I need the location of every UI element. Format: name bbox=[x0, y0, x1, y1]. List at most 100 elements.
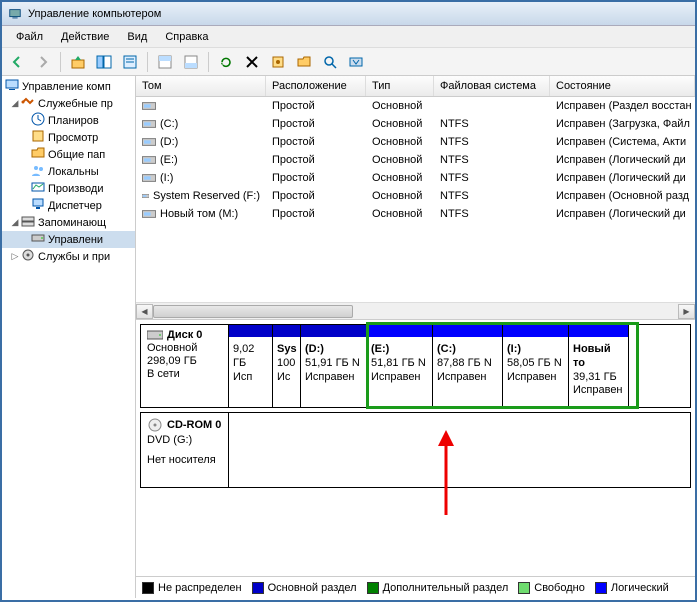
volume-layout: Простой bbox=[266, 172, 366, 184]
partition[interactable]: (C:)87,88 ГБ NИсправен bbox=[433, 325, 503, 407]
volume-type: Основной bbox=[366, 136, 434, 148]
tree-performance[interactable]: Производи bbox=[2, 180, 135, 197]
partition-color-bar bbox=[273, 325, 300, 337]
partition[interactable]: (E:)51,81 ГБ NИсправен bbox=[367, 325, 433, 407]
partition-color-bar bbox=[433, 325, 502, 337]
cdrom-row[interactable]: CD-ROM 0 DVD (G:) Нет носителя bbox=[140, 412, 691, 488]
volume-layout: Простой bbox=[266, 118, 366, 130]
delete-button[interactable] bbox=[241, 51, 263, 73]
column-type[interactable]: Тип bbox=[366, 76, 434, 96]
partition-color-bar bbox=[229, 325, 272, 337]
tree-localusers[interactable]: Локальны bbox=[2, 163, 135, 180]
column-volume[interactable]: Том bbox=[136, 76, 266, 96]
list-row[interactable]: System Reserved (F:)ПростойОсновнойNTFSИ… bbox=[136, 187, 695, 205]
collapse-icon[interactable]: ◢ bbox=[10, 217, 20, 228]
disk-map: Диск 0 Основной 298,09 ГБ В сети 9,02 ГБ… bbox=[136, 320, 695, 576]
volume-status: Исправен (Логический ди bbox=[550, 172, 695, 184]
tree-label: Управление комп bbox=[22, 81, 111, 93]
expand-icon[interactable]: ▷ bbox=[10, 251, 20, 262]
back-button[interactable] bbox=[6, 51, 28, 73]
volume-name: (C:) bbox=[160, 118, 178, 130]
volume-name: Новый том (M:) bbox=[160, 208, 238, 220]
up-button[interactable] bbox=[67, 51, 89, 73]
volume-status: Исправен (Основной разд bbox=[550, 190, 695, 202]
swatch-darkblue bbox=[252, 582, 264, 594]
volume-status: Исправен (Раздел восстан bbox=[550, 100, 695, 112]
partition[interactable]: (D:)51,91 ГБ NИсправен bbox=[301, 325, 367, 407]
volume-layout: Простой bbox=[266, 136, 366, 148]
menu-file[interactable]: Файл bbox=[8, 29, 51, 45]
misc-button[interactable] bbox=[345, 51, 367, 73]
list-row[interactable]: (I:)ПростойОсновнойNTFSИсправен (Логичес… bbox=[136, 169, 695, 187]
scroll-right-button[interactable]: ▶ bbox=[678, 304, 695, 319]
volume-layout: Простой bbox=[266, 208, 366, 220]
tree-shared[interactable]: Общие пап bbox=[2, 146, 135, 163]
app-icon bbox=[8, 7, 22, 21]
legend-extended: Дополнительный раздел bbox=[367, 582, 509, 594]
scroll-thumb[interactable] bbox=[153, 305, 353, 318]
titlebar[interactable]: Управление компьютером bbox=[2, 2, 695, 26]
properties-button[interactable] bbox=[119, 51, 141, 73]
volume-type: Основной bbox=[366, 118, 434, 130]
list-row[interactable]: (C:)ПростойОсновнойNTFSИсправен (Загрузк… bbox=[136, 115, 695, 133]
volume-icon bbox=[142, 173, 156, 183]
volume-layout: Простой bbox=[266, 100, 366, 112]
volume-status: Исправен (Система, Акти bbox=[550, 136, 695, 148]
refresh-button[interactable] bbox=[215, 51, 237, 73]
partition-color-bar bbox=[503, 325, 568, 337]
partition-info: (D:)51,91 ГБ NИсправен bbox=[301, 337, 366, 388]
list-body[interactable]: ПростойОсновнойИсправен (Раздел восстан(… bbox=[136, 97, 695, 302]
menu-view[interactable]: Вид bbox=[119, 29, 155, 45]
scroll-left-button[interactable]: ◀ bbox=[136, 304, 153, 319]
forward-button[interactable] bbox=[32, 51, 54, 73]
tree-devicemgr[interactable]: Диспетчер bbox=[2, 197, 135, 214]
horizontal-scrollbar[interactable]: ◀ ▶ bbox=[136, 302, 695, 319]
list-row[interactable]: Новый том (M:)ПростойОсновнойNTFSИсправе… bbox=[136, 205, 695, 223]
disk-kind: Основной bbox=[147, 342, 222, 354]
settings-button[interactable] bbox=[267, 51, 289, 73]
list-row[interactable]: (D:)ПростойОсновнойNTFSИсправен (Система… bbox=[136, 133, 695, 151]
partition[interactable]: Sys100Ис bbox=[273, 325, 301, 407]
view-top-button[interactable] bbox=[154, 51, 176, 73]
tree-system-tools[interactable]: ◢ Служебные пр bbox=[2, 95, 135, 112]
navigation-tree[interactable]: Управление комп ◢ Служебные пр Планиров … bbox=[2, 76, 136, 598]
partition[interactable]: Новый то39,31 ГБИсправен bbox=[569, 325, 629, 407]
disk0-partitions: 9,02 ГБИспSys100Ис(D:)51,91 ГБ NИсправен… bbox=[229, 325, 690, 407]
tree-eventviewer[interactable]: Просмотр bbox=[2, 129, 135, 146]
tree-services[interactable]: ▷ Службы и при bbox=[2, 248, 135, 265]
tree-scheduler[interactable]: Планиров bbox=[2, 112, 135, 129]
partition[interactable]: 9,02 ГБИсп bbox=[229, 325, 273, 407]
scroll-track[interactable] bbox=[153, 304, 678, 319]
tree-storage[interactable]: ◢ Запоминающ bbox=[2, 214, 135, 231]
find-button[interactable] bbox=[319, 51, 341, 73]
volume-name: System Reserved (F:) bbox=[153, 190, 260, 202]
toolbar-separator bbox=[208, 52, 209, 72]
list-row[interactable]: (E:)ПростойОсновнойNTFSИсправен (Логичес… bbox=[136, 151, 695, 169]
volume-fs: NTFS bbox=[434, 154, 550, 166]
menu-action[interactable]: Действие bbox=[53, 29, 117, 45]
tree-diskmgmt[interactable]: Управлени bbox=[2, 231, 135, 248]
tree-label: Запоминающ bbox=[38, 217, 106, 229]
partition[interactable]: (I:)58,05 ГБ NИсправен bbox=[503, 325, 569, 407]
menu-help[interactable]: Справка bbox=[157, 29, 216, 45]
volume-type: Основной bbox=[366, 154, 434, 166]
volume-fs: NTFS bbox=[434, 136, 550, 148]
column-layout[interactable]: Расположение bbox=[266, 76, 366, 96]
column-status[interactable]: Состояние bbox=[550, 76, 695, 96]
list-row[interactable]: ПростойОсновнойИсправен (Раздел восстан bbox=[136, 97, 695, 115]
view-bottom-button[interactable] bbox=[180, 51, 202, 73]
volume-list: Том Расположение Тип Файловая система Со… bbox=[136, 76, 695, 320]
swatch-black bbox=[142, 582, 154, 594]
partition-info: (I:)58,05 ГБ NИсправен bbox=[503, 337, 568, 388]
disk0-label: Диск 0 Основной 298,09 ГБ В сети bbox=[141, 325, 229, 407]
open-button[interactable] bbox=[293, 51, 315, 73]
disk0-row[interactable]: Диск 0 Основной 298,09 ГБ В сети 9,02 ГБ… bbox=[140, 324, 691, 408]
show-hide-tree-button[interactable] bbox=[93, 51, 115, 73]
column-fs[interactable]: Файловая система bbox=[434, 76, 550, 96]
partition-color-bar bbox=[367, 325, 432, 337]
collapse-icon[interactable]: ◢ bbox=[10, 98, 20, 109]
tree-label: Управлени bbox=[48, 234, 103, 246]
tree-label: Просмотр bbox=[48, 132, 98, 144]
volume-layout: Простой bbox=[266, 154, 366, 166]
tree-root[interactable]: Управление комп bbox=[2, 78, 135, 95]
